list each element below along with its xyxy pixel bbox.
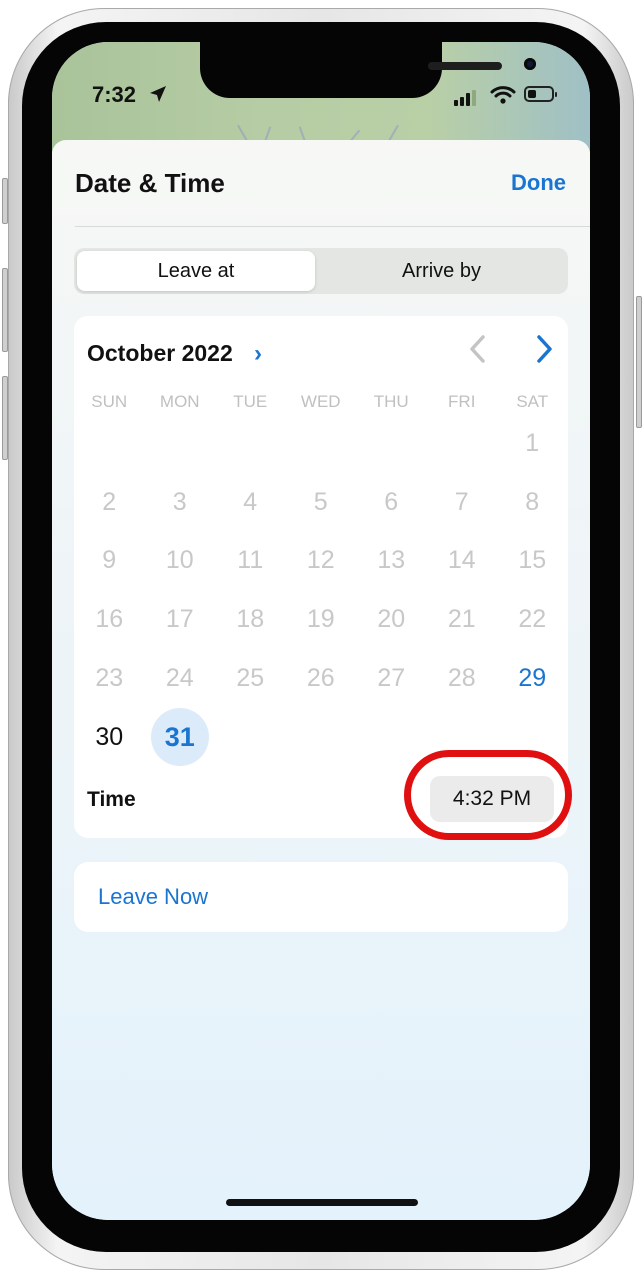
calendar-day: 26 bbox=[306, 664, 335, 693]
calendar-week-row: 16 17 18 19 20 21 22 bbox=[74, 590, 568, 649]
calendar-empty-cell bbox=[215, 414, 286, 473]
calendar-day: 20 bbox=[377, 605, 406, 634]
volume-down-button bbox=[2, 376, 8, 460]
calendar-empty-cell bbox=[356, 414, 427, 473]
time-picker-button[interactable]: 4:32 PM bbox=[430, 776, 554, 822]
chevron-left-icon bbox=[470, 335, 485, 363]
calendar-day: 11 bbox=[237, 546, 264, 575]
weekday-label: SAT bbox=[516, 392, 549, 411]
date-time-sheet: Date & Time Done Leave at Arrive by Octo… bbox=[52, 140, 590, 1220]
weekday-label: THU bbox=[373, 392, 409, 411]
calendar-day: 22 bbox=[518, 605, 547, 634]
cellular-signal-icon bbox=[454, 90, 476, 106]
calendar-empty-cell bbox=[145, 414, 216, 473]
calendar-day: 6 bbox=[384, 487, 399, 516]
calendar-day: 23 bbox=[95, 664, 124, 693]
calendar-day[interactable]: 30 bbox=[74, 708, 145, 767]
calendar-day: 27 bbox=[377, 664, 406, 693]
calendar-day: 24 bbox=[165, 664, 194, 693]
calendar-day: 7 bbox=[454, 487, 469, 516]
calendar-day: 15 bbox=[518, 546, 547, 575]
calendar-empty-cell bbox=[356, 708, 427, 767]
power-button bbox=[636, 296, 642, 428]
calendar-day: 1 bbox=[525, 428, 540, 457]
calendar-day: 17 bbox=[165, 605, 194, 634]
day-number: 31 bbox=[164, 721, 195, 752]
time-label: Time bbox=[87, 788, 136, 811]
calendar-empty-cell bbox=[286, 708, 357, 767]
screen: 7:32 Date & Time Done Leave at Arrive by… bbox=[52, 42, 590, 1220]
calendar-empty-cell bbox=[497, 708, 568, 767]
leave-now-card: Leave Now bbox=[74, 862, 568, 932]
front-camera bbox=[524, 58, 536, 70]
leave-now-button[interactable]: Leave Now bbox=[98, 862, 208, 932]
weekday-header: SUN MON TUE WED THU FRI SAT bbox=[74, 392, 568, 412]
calendar-day: 21 bbox=[447, 605, 476, 634]
chevron-right-icon bbox=[537, 335, 552, 363]
calendar-day: 28 bbox=[447, 664, 476, 693]
done-button[interactable]: Done bbox=[511, 170, 566, 196]
segment-arrive-by[interactable]: Arrive by bbox=[318, 251, 565, 291]
calendar-day: 25 bbox=[236, 664, 265, 693]
calendar-day: 4 bbox=[243, 487, 258, 516]
mute-switch bbox=[2, 178, 8, 224]
next-month-button[interactable] bbox=[534, 334, 554, 367]
chevron-right-icon[interactable]: › bbox=[254, 340, 262, 368]
calendar-day: 12 bbox=[306, 546, 335, 575]
calendar-week-row: 1 bbox=[74, 414, 568, 473]
notch bbox=[200, 42, 536, 98]
calendar-grid: 1 2 3 4 5 6 7 8 9 10 11 12 13 14 15 16 17 18 19 20 21 22 23 24 2… bbox=[74, 414, 568, 767]
volume-up-button bbox=[2, 268, 8, 352]
calendar-day-selected[interactable]: 31 bbox=[145, 708, 216, 767]
status-time: 7:32 bbox=[92, 82, 137, 107]
calendar-empty-cell bbox=[427, 414, 498, 473]
month-year-label[interactable]: October 2022 bbox=[87, 340, 233, 367]
calendar-week-row: 9 10 11 12 13 14 15 bbox=[74, 532, 568, 591]
calendar-week-row: 30 31 bbox=[74, 708, 568, 767]
speaker bbox=[428, 62, 502, 70]
calendar-card: October 2022 › SUN MON TUE WED THU FRI S… bbox=[74, 316, 572, 840]
calendar-day: 10 bbox=[165, 546, 194, 575]
calendar-day: 2 bbox=[102, 487, 117, 516]
calendar-week-row: 2 3 4 5 6 7 8 bbox=[74, 473, 568, 532]
battery-icon bbox=[524, 86, 557, 102]
calendar-day[interactable]: 29 bbox=[497, 649, 568, 708]
calendar-day: 8 bbox=[525, 487, 540, 516]
calendar-empty-cell bbox=[427, 708, 498, 767]
home-indicator[interactable] bbox=[226, 1199, 418, 1206]
calendar-empty-cell bbox=[215, 708, 286, 767]
weekday-label: MON bbox=[159, 392, 200, 411]
calendar-day: 9 bbox=[102, 546, 117, 575]
calendar-week-row: 23 24 25 26 27 28 29 bbox=[74, 649, 568, 708]
calendar-empty-cell bbox=[74, 414, 145, 473]
weekday-label: FRI bbox=[448, 392, 476, 411]
mode-segmented-control: Leave at Arrive by bbox=[74, 248, 568, 294]
weekday-label: TUE bbox=[233, 392, 268, 411]
calendar-day: 19 bbox=[306, 605, 335, 634]
calendar-day: 13 bbox=[377, 546, 406, 575]
segment-leave-at[interactable]: Leave at bbox=[77, 251, 315, 291]
calendar-day: 18 bbox=[236, 605, 265, 634]
previous-month-button[interactable] bbox=[468, 334, 488, 367]
calendar-day: 16 bbox=[95, 605, 124, 634]
calendar-day: 3 bbox=[172, 487, 187, 516]
calendar-day: 5 bbox=[313, 487, 328, 516]
wifi-icon bbox=[490, 86, 516, 104]
sheet-title: Date & Time bbox=[75, 168, 225, 198]
weekday-label: SUN bbox=[91, 392, 128, 411]
weekday-label: WED bbox=[300, 392, 341, 411]
calendar-day: 14 bbox=[447, 546, 476, 575]
location-arrow-icon bbox=[150, 86, 166, 102]
calendar-empty-cell bbox=[286, 414, 357, 473]
divider bbox=[75, 226, 590, 227]
